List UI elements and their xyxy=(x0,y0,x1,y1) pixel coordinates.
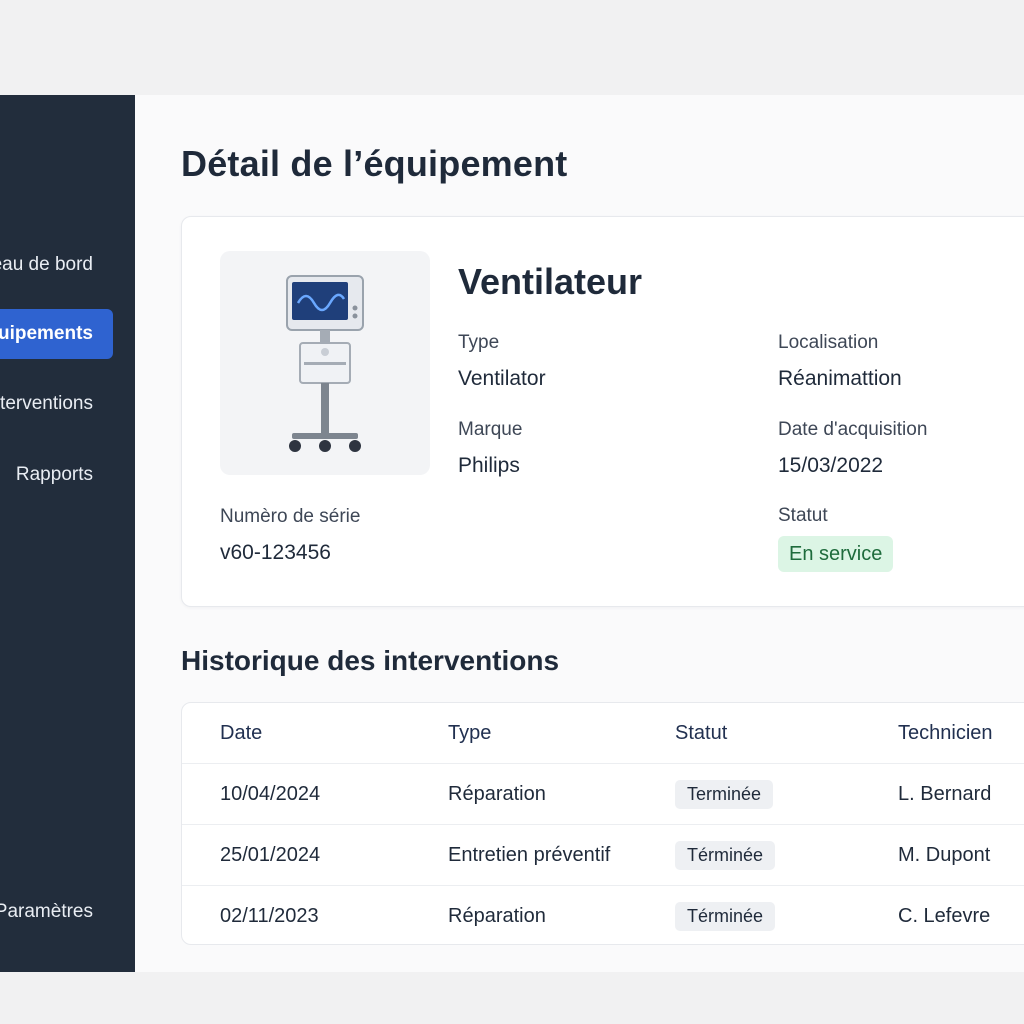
table-header-row: Date Type Statut Technicien xyxy=(182,703,1024,764)
sidebar-item-reports[interactable]: Rapports xyxy=(0,450,113,500)
status-pill: Términée xyxy=(675,902,776,931)
sidebar-item-dashboard[interactable]: Tableau de bord xyxy=(0,240,113,290)
equipment-image xyxy=(220,251,430,475)
row-status: Terminée xyxy=(675,764,774,825)
acquisition-date-label: Date d'acquisition xyxy=(778,419,928,440)
column-header-status[interactable]: Statut xyxy=(675,703,727,764)
sidebar-item-settings[interactable]: Paramètres xyxy=(0,887,113,937)
main-content: Détail de l’équipement Ventilateur Type … xyxy=(135,95,1024,972)
sidebar-item-label: Équipements xyxy=(0,323,93,344)
status-pill: Terminée xyxy=(675,780,774,809)
row-technician: C. Lefevre xyxy=(898,905,991,927)
row-status: Términée xyxy=(675,825,776,886)
type-label: Type xyxy=(458,332,500,353)
page-title: Détail de l’équipement xyxy=(181,143,568,184)
table-row[interactable]: 02/11/2023 Réparation Términée C. Lefevr… xyxy=(182,886,1024,944)
table-row[interactable]: 25/01/2024 Entretien préventif Términée … xyxy=(182,825,1024,886)
table-row[interactable]: 10/04/2024 Réparation Terminée L. Bernar… xyxy=(182,764,1024,825)
column-header-date[interactable]: Date xyxy=(220,703,262,764)
serial-number-value: v60-123456 xyxy=(220,541,331,564)
row-type: Réparation xyxy=(448,783,546,805)
column-header-technician[interactable]: Technicien xyxy=(898,703,993,764)
sidebar-item-label: Tableau de bord xyxy=(0,254,93,275)
app-window: Tableau de bord Équipements Intervention… xyxy=(0,95,1024,972)
brand-value: Philips xyxy=(458,454,520,477)
status-pill: Términée xyxy=(675,841,776,870)
status-label: Statut xyxy=(778,505,828,526)
sidebar-item-label: Interventions xyxy=(0,393,93,414)
sidebar-item-equipment[interactable]: Équipements xyxy=(0,309,113,359)
row-type: Réparation xyxy=(448,905,546,927)
location-value: Réanimattion xyxy=(778,367,902,390)
serial-number-label: Numèro de série xyxy=(220,506,361,527)
row-status: Términée xyxy=(675,886,776,944)
brand-label: Marque xyxy=(458,419,523,440)
row-date: 10/04/2024 xyxy=(220,783,321,805)
row-technician: L. Bernard xyxy=(898,783,992,805)
location-label: Localisation xyxy=(778,332,879,353)
sidebar-item-label: Paramètres xyxy=(0,901,93,922)
history-title: Historique des interventions xyxy=(181,645,560,676)
acquisition-date-value: 15/03/2022 xyxy=(778,454,884,477)
equipment-name: Ventilateur xyxy=(458,261,643,302)
row-date: 25/01/2024 xyxy=(220,844,321,866)
sidebar-item-label: Rapports xyxy=(15,464,93,485)
status-badge: En service xyxy=(778,536,894,572)
interventions-table: Date Type Statut Technicien 10/04/2024 R… xyxy=(181,702,1024,945)
sidebar: Tableau de bord Équipements Intervention… xyxy=(0,95,135,972)
column-header-type[interactable]: Type xyxy=(448,703,491,764)
row-technician: M. Dupont xyxy=(898,844,991,866)
row-type: Entretien préventif xyxy=(448,844,611,866)
equipment-card: Ventilateur Type Ventilator Localisation… xyxy=(181,216,1024,607)
row-date: 02/11/2023 xyxy=(220,905,319,927)
ventilator-icon xyxy=(286,275,364,452)
sidebar-item-interventions[interactable]: Interventions xyxy=(0,379,113,429)
type-value: Ventilator xyxy=(458,367,546,390)
